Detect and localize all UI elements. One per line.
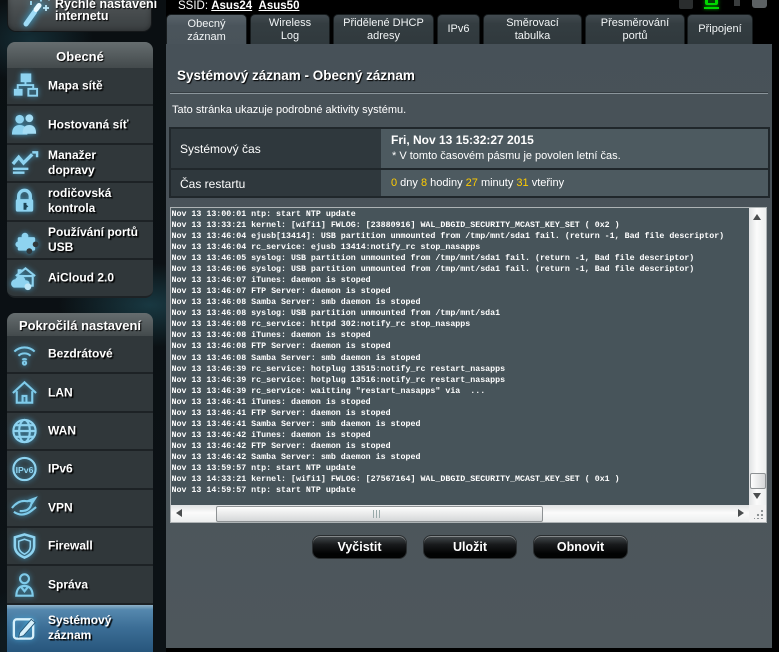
svg-text:IPv6: IPv6: [15, 465, 33, 475]
